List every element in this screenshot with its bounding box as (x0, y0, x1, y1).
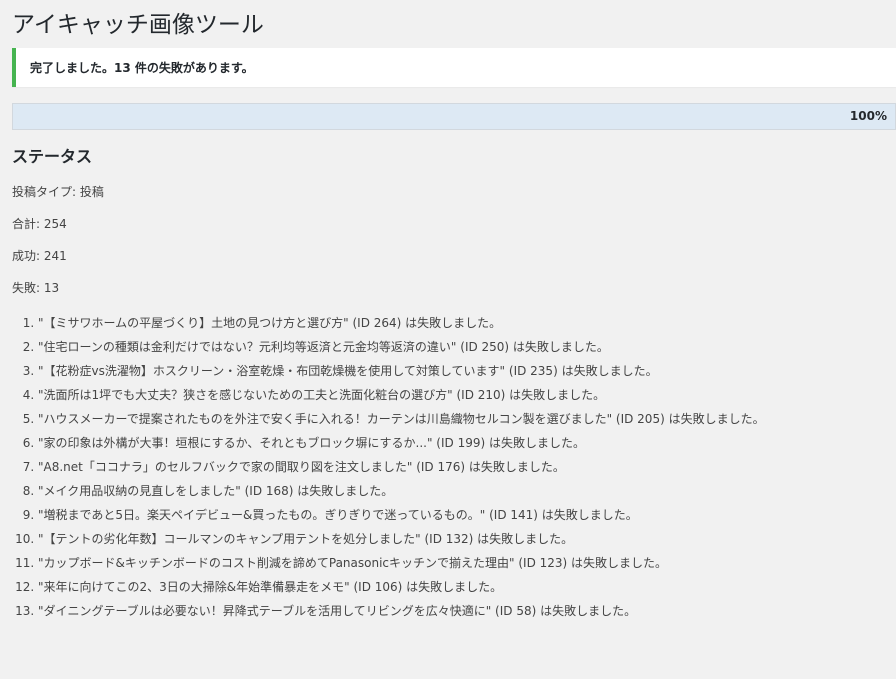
main-content: アイキャッチ画像ツール 完了しました。13 件の失敗があります。 100% ステ… (12, 0, 896, 618)
failure-item: "住宅ローンの種類は金利だけではない？元利均等返済と元金均等返済の違い" (ID… (38, 335, 765, 359)
progress-bar: 100% (12, 103, 896, 130)
success-notice: 完了しました。13 件の失敗があります。 (12, 48, 896, 87)
failure-item: "ハウスメーカーで提案されたものを外注で安く手に入れる！カーテンは川島織物セルコ… (38, 407, 765, 431)
failure-item: "洗面所は1坪でも大丈夫？狭さを感じないための工夫と洗面化粧台の選び方" (ID… (38, 383, 765, 407)
notice-message: 完了しました。13 件の失敗があります。 (30, 61, 254, 75)
failure-item: "【花粉症vs洗濯物】ホスクリーン・浴室乾燥・布団乾燥機を使用して対策しています… (38, 359, 765, 383)
failure-item: "【ミサワホームの平屋づくり】土地の見つけ方と選び方" (ID 264) は失敗… (38, 311, 765, 335)
progress-fill (13, 104, 895, 129)
failure-item: "カップボード&キッチンボードのコスト削減を諦めてPanasonicキッチンで揃… (38, 551, 765, 575)
failure-item: "メイク用品収納の見直しをしました" (ID 168) は失敗しました。 (38, 479, 765, 503)
page-title: アイキャッチ画像ツール (12, 12, 264, 38)
failure-item: "増税まであと5日。楽天ペイデビュー&買ったもの。ぎりぎりで迷っているもの。" … (38, 503, 765, 527)
failure-item: "ダイニングテーブルは必要ない！昇降式テーブルを活用してリビングを広々快適に" … (38, 599, 765, 623)
failed-stat: 失敗: 13 (12, 281, 60, 295)
failure-item: "A8.net「ココナラ」のセルフバックで家の間取り図を注文しました" (ID … (38, 455, 765, 479)
failure-list: "【ミサワホームの平屋づくり】土地の見つけ方と選び方" (ID 264) は失敗… (12, 311, 765, 623)
post-type-stat: 投稿タイプ: 投稿 (12, 185, 104, 199)
status-heading: ステータス (12, 147, 93, 166)
failure-item: "来年に向けてこの2、3日の大掃除&年始準備暴走をメモ" (ID 106) は失… (38, 575, 765, 599)
progress-label: 100% (849, 109, 887, 123)
total-stat: 合計: 254 (12, 217, 67, 231)
failure-item: "家の印象は外構が大事！垣根にするか、それともブロック塀にするか..." (ID… (38, 431, 765, 455)
success-stat: 成功: 241 (12, 249, 67, 263)
failure-item: "【テントの劣化年数】コールマンのキャンプ用テントを処分しました" (ID 13… (38, 527, 765, 551)
